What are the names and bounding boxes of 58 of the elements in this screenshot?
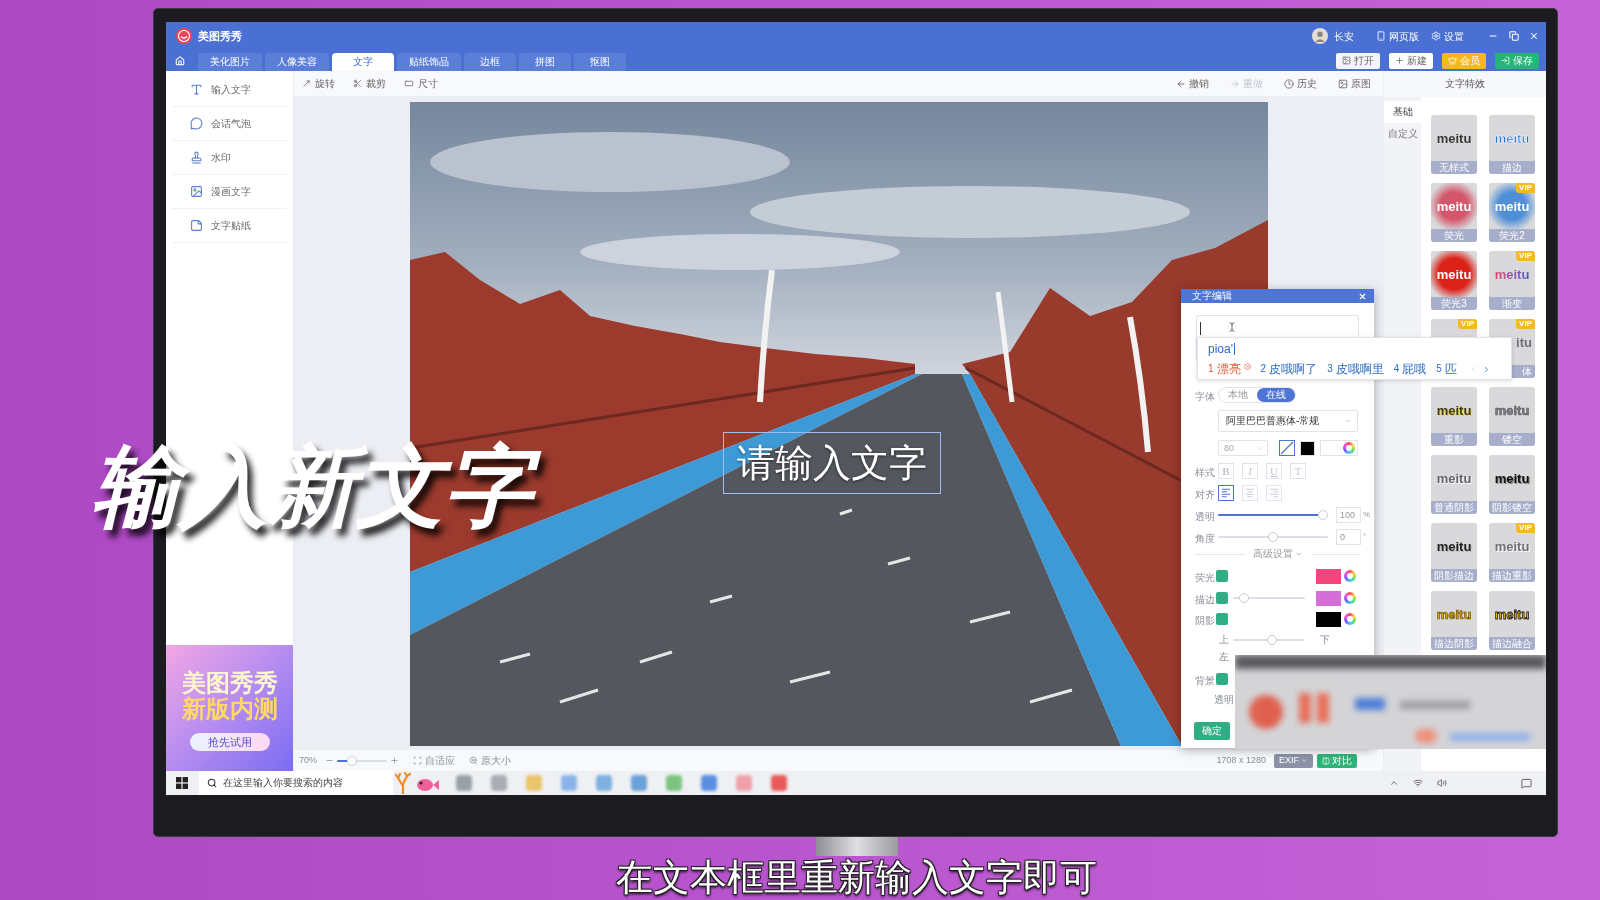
tile-label: 描边融合 (1489, 637, 1535, 650)
style-preview-text: meitu (1436, 267, 1472, 281)
vip-badge: VIP (1516, 251, 1535, 261)
field-label: 透明 (1214, 695, 1234, 705)
ime-composition: pioa' (1208, 343, 1233, 355)
panel-title: 文字特效 (1445, 79, 1485, 89)
search-placeholder: 在这里输入你要搜索的内容 (223, 778, 343, 788)
style-preview-text: meitu (1436, 607, 1472, 621)
vip-badge: VIP (1516, 523, 1535, 533)
style-preview-text: meitu (1436, 471, 1472, 485)
field-label: 阴影 (1195, 615, 1215, 626)
vip-badge: VIP (1458, 319, 1477, 329)
field-label: 荧光 (1195, 572, 1215, 583)
tile-label: 荧光3 (1431, 297, 1477, 310)
style-preview-text: meitu (1436, 131, 1472, 145)
style-preview-text: meitu (1436, 403, 1472, 417)
field-label: 样式 (1195, 467, 1215, 478)
tile-label: 荧光2 (1489, 229, 1535, 242)
vip-badge: VIP (1516, 319, 1535, 329)
field-label: 左 (1219, 652, 1229, 662)
tile-label: 普通阴影 (1431, 501, 1477, 514)
tile-label: 描边阴影 (1431, 637, 1477, 650)
tile-label: 重影 (1431, 433, 1477, 446)
style-preview-text: meitu (1494, 267, 1530, 281)
field-label: 角度 (1195, 533, 1215, 544)
tile-label: 无样式 (1431, 161, 1477, 174)
unit-label: ° (1363, 533, 1367, 541)
zoom-percent: 70% (299, 756, 317, 765)
field-label: 对齐 (1195, 489, 1215, 500)
video-subtitle: 在文本框里重新输入文字即可 (615, 859, 1097, 896)
style-preview-text: meitu (1494, 607, 1530, 621)
tile-label: 渐变 (1489, 297, 1535, 310)
style-preview-text: meitu (1494, 403, 1530, 417)
tile-label: 描边重影 (1489, 569, 1535, 582)
field-label: 字体 (1195, 391, 1215, 402)
style-preview-text: meitu (1436, 539, 1472, 553)
style-preview-text: itu (1516, 335, 1532, 349)
field-label: 背景 (1195, 675, 1215, 686)
style-preview-text: meitu (1436, 199, 1472, 213)
image-dimensions: 1708 x 1280 (1216, 756, 1266, 765)
tile-label: 镂空 (1489, 433, 1535, 446)
promo-title: 美图秀秀 (181, 671, 278, 695)
tile-label: 荧光 (1431, 229, 1477, 242)
field-label: 下 (1320, 635, 1330, 645)
style-preview-text: meitu (1494, 199, 1530, 213)
field-label: 上 (1219, 635, 1229, 645)
tile-label: 阴影描边 (1431, 569, 1477, 582)
app-title: 美图秀秀 (198, 28, 242, 44)
tile-label: 描边 (1489, 161, 1535, 174)
unit-label: % (1363, 511, 1371, 519)
vip-badge: VIP (1516, 183, 1535, 193)
tile-label: 阴影镂空 (1489, 501, 1535, 514)
field-label: 描边 (1195, 594, 1215, 605)
style-preview-text: meitu (1494, 471, 1530, 485)
field-label: 透明 (1195, 511, 1215, 522)
style-preview-text: meitu (1494, 131, 1530, 145)
dialog-title: 文字编辑 (1192, 291, 1232, 301)
style-preview-text: meitu (1494, 539, 1530, 553)
